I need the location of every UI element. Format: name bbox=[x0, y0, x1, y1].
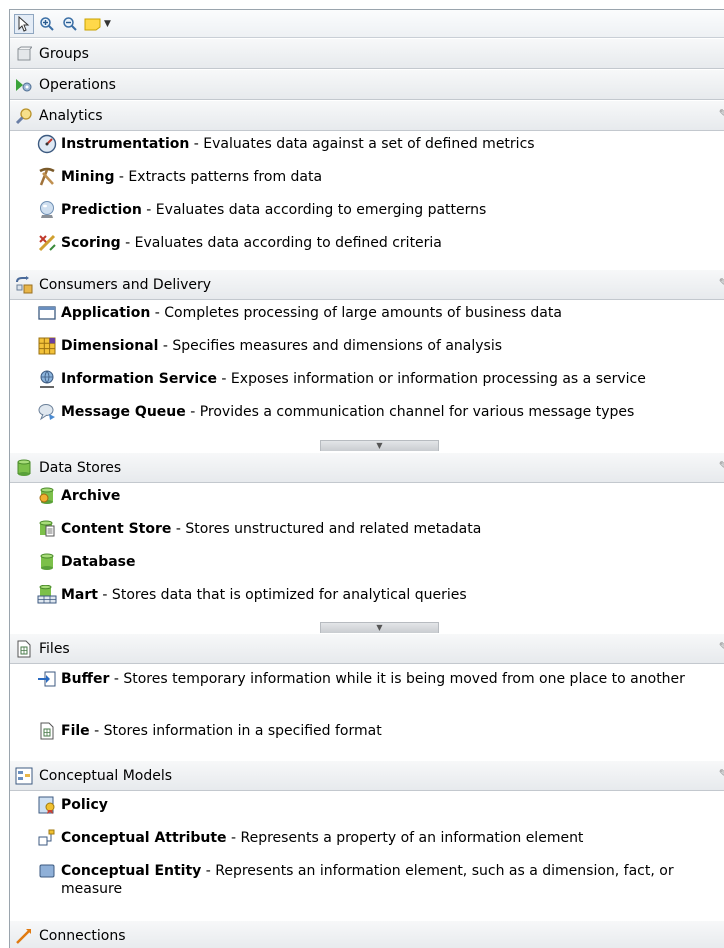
drawer-files[interactable]: Files ✎ bbox=[10, 633, 724, 664]
mart-icon bbox=[37, 585, 57, 605]
policy-icon bbox=[37, 795, 57, 815]
pointer-icon bbox=[18, 15, 30, 32]
zoom-out-icon bbox=[63, 16, 77, 31]
consumers-items: Application - Completes processing of la… bbox=[10, 300, 724, 452]
palette-item-archive[interactable]: Archive bbox=[10, 485, 724, 518]
zoom-in-button[interactable] bbox=[37, 14, 57, 34]
zoom-out-button[interactable] bbox=[60, 14, 80, 34]
drawer-files-label: Files bbox=[39, 640, 70, 657]
note-tool-button[interactable] bbox=[83, 14, 103, 34]
note-icon bbox=[84, 18, 101, 30]
conceptual-models-icon bbox=[15, 767, 33, 785]
drawer-operations-label: Operations bbox=[39, 76, 116, 93]
analytics-items: Instrumentation - Evaluates data against… bbox=[10, 131, 724, 269]
database-icon bbox=[15, 459, 33, 477]
buffer-icon bbox=[37, 669, 57, 689]
pin-icon[interactable]: ✎ bbox=[719, 767, 724, 780]
file-icon bbox=[15, 640, 33, 658]
drawer-data-stores[interactable]: Data Stores ✎ bbox=[10, 452, 724, 483]
drawer-data-stores-label: Data Stores bbox=[39, 459, 122, 476]
entity-icon bbox=[37, 861, 57, 881]
pin-icon[interactable]: ✎ bbox=[719, 459, 724, 472]
palette-item-application[interactable]: Application - Completes processing of la… bbox=[10, 302, 724, 335]
palette-item-mining[interactable]: Mining - Extracts patterns from data bbox=[10, 166, 724, 199]
window-icon bbox=[37, 303, 57, 323]
drawer-consumers-and-delivery[interactable]: Consumers and Delivery ✎ bbox=[10, 269, 724, 300]
palette-item-message-queue[interactable]: Message Queue - Provides a communication… bbox=[10, 401, 724, 434]
palette-item-prediction[interactable]: Prediction - Evaluates data according to… bbox=[10, 199, 724, 232]
pin-icon[interactable]: ✎ bbox=[719, 107, 724, 120]
palette-item-conceptual-attribute[interactable]: Conceptual Attribute - Represents a prop… bbox=[10, 827, 724, 860]
consumers-icon bbox=[15, 275, 33, 294]
data-stores-items: Archive Content Store - Stores unstructu… bbox=[10, 483, 724, 633]
pin-icon[interactable]: ✎ bbox=[719, 276, 724, 289]
palette-item-mart[interactable]: Mart - Stores data that is optimized for… bbox=[10, 584, 724, 617]
palette-item-information-service[interactable]: Information Service - Exposes informatio… bbox=[10, 368, 724, 401]
message-queue-icon bbox=[37, 402, 57, 422]
drawer-analytics[interactable]: Analytics ✎ bbox=[10, 100, 724, 131]
archive-icon bbox=[37, 486, 57, 506]
gauge-icon bbox=[37, 134, 57, 154]
palette-item-instrumentation[interactable]: Instrumentation - Evaluates data against… bbox=[10, 133, 724, 166]
scroll-down-button[interactable]: ▼ bbox=[320, 622, 439, 633]
content-store-icon bbox=[37, 519, 57, 539]
drawer-conceptual-models[interactable]: Conceptual Models ✎ bbox=[10, 760, 724, 791]
pickaxe-icon bbox=[37, 167, 57, 187]
palette-toolbar: ▼ bbox=[10, 10, 724, 38]
palette-item-file[interactable]: File - Stores information in a specified… bbox=[10, 720, 724, 753]
attribute-icon bbox=[37, 828, 57, 848]
drawer-analytics-label: Analytics bbox=[39, 107, 103, 124]
pin-icon[interactable]: ✎ bbox=[719, 640, 724, 653]
drawer-connections-label: Connections bbox=[39, 927, 126, 944]
drawer-groups-label: Groups bbox=[39, 45, 89, 62]
drawer-connections[interactable]: Connections bbox=[10, 920, 724, 948]
palette-item-database[interactable]: Database bbox=[10, 551, 724, 584]
database-icon bbox=[37, 552, 57, 572]
drawer-groups[interactable]: Groups bbox=[10, 38, 724, 69]
palette-item-buffer[interactable]: Buffer - Stores temporary information wh… bbox=[10, 668, 724, 720]
drawer-operations[interactable]: Operations bbox=[10, 69, 724, 100]
palette-item-conceptual-entity[interactable]: Conceptual Entity - Represents an inform… bbox=[10, 860, 724, 912]
select-tool-button[interactable] bbox=[14, 13, 34, 34]
files-items: Buffer - Stores temporary information wh… bbox=[10, 664, 724, 760]
drawer-conceptual-models-label: Conceptual Models bbox=[39, 767, 173, 784]
note-dropdown-icon[interactable]: ▼ bbox=[104, 19, 111, 29]
scoring-icon bbox=[37, 233, 57, 253]
palette-item-scoring[interactable]: Scoring - Evaluates data according to de… bbox=[10, 232, 724, 265]
zoom-in-icon bbox=[40, 16, 54, 31]
palette-panel: ▼ Groups Operations Analytics ✎ Instrume… bbox=[9, 9, 724, 948]
file-icon bbox=[37, 721, 57, 741]
palette-item-dimensional[interactable]: Dimensional - Specifies measures and dim… bbox=[10, 335, 724, 368]
conceptual-models-items: Policy Conceptual Attribute - Represents… bbox=[10, 791, 724, 920]
palette-item-policy[interactable]: Policy bbox=[10, 794, 724, 827]
scroll-down-button[interactable]: ▼ bbox=[320, 440, 439, 451]
analytics-icon bbox=[15, 107, 33, 125]
operations-icon bbox=[15, 76, 33, 94]
palette-item-content-store[interactable]: Content Store - Stores unstructured and … bbox=[10, 518, 724, 551]
groups-icon bbox=[15, 45, 33, 63]
service-icon bbox=[37, 369, 57, 389]
crystal-ball-icon bbox=[37, 200, 57, 220]
drawer-consumers-label: Consumers and Delivery bbox=[39, 276, 212, 293]
connections-icon bbox=[15, 927, 33, 945]
cube-grid-icon bbox=[37, 336, 57, 356]
